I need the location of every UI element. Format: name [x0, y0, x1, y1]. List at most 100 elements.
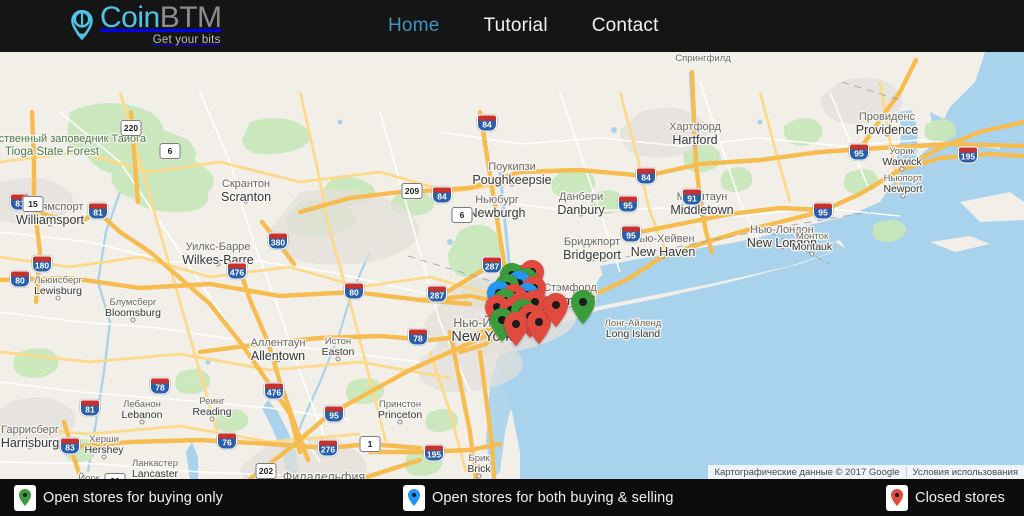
map-pin-icon: [891, 489, 903, 506]
map-attribution: Картографические данные © 2017 Google Ус…: [708, 465, 1024, 479]
map-city-dot: [139, 419, 145, 425]
highway-shield-number: 95: [329, 410, 339, 421]
highway-shield-195: 195: [958, 146, 978, 164]
site-header: CoinBTM Get your bits Home Tutorial Cont…: [0, 0, 1024, 52]
highway-shield-number: 476: [266, 387, 282, 398]
highway-shield-287: 287: [482, 256, 502, 274]
nav-item-home[interactable]: Home: [388, 15, 439, 37]
map-city-dot: [55, 295, 61, 301]
map-city-dot: [335, 356, 341, 362]
highway-shield-number: 220: [123, 123, 139, 133]
highway-shield-number: 95: [626, 230, 636, 241]
site-logo[interactable]: CoinBTM Get your bits: [62, 2, 222, 46]
highway-shield-number: 195: [960, 151, 976, 162]
map-canvas[interactable]: Государственный заповедник ТайогаTioga S…: [0, 52, 1024, 479]
highway-shield-number: 95: [623, 200, 633, 211]
map-city-dot: [589, 256, 595, 262]
nav-item-contact[interactable]: Contact: [592, 15, 659, 37]
highway-shield-6: 6: [451, 207, 473, 223]
highway-shield-number: 95: [854, 148, 864, 159]
highway-shield-95: 95: [813, 202, 833, 220]
map-pin-icon: [408, 489, 420, 506]
highway-shield-209: 209: [401, 183, 423, 199]
highway-shield-6: 6: [159, 143, 181, 159]
legend-pin-box: [14, 484, 36, 511]
logo-tagline: Get your bits: [152, 34, 221, 46]
highway-shield-202: 202: [255, 463, 277, 479]
map-city-dot: [779, 244, 785, 250]
highway-shield-476: 476: [264, 382, 284, 400]
highway-shield-95: 95: [849, 143, 869, 161]
highway-shield-95: 95: [621, 225, 641, 243]
highway-shield-476: 476: [227, 262, 247, 280]
map-city-dot: [509, 181, 515, 187]
highway-shield-number: 80: [349, 287, 359, 298]
map-city-dot: [275, 357, 281, 363]
highway-shield-number: 202: [258, 466, 274, 476]
highway-shield-number: 84: [482, 119, 492, 130]
highway-shield-91: 91: [682, 188, 702, 206]
map-legend-bar: Open stores for buying only Open stores …: [0, 479, 1024, 516]
map-city-dot: [900, 193, 906, 199]
map-attribution-copyright: Картографические данные © 2017 Google: [714, 466, 900, 478]
highway-shield-number: 76: [222, 437, 232, 448]
map-city-dot: [101, 454, 107, 460]
highway-shield-number: 6: [167, 146, 173, 156]
legend-label: Closed stores: [915, 489, 1005, 506]
highway-shield-84: 84: [636, 167, 656, 185]
highway-shield-number: 83: [65, 442, 75, 453]
legend-pin-box: [403, 484, 425, 511]
map-city-dot: [215, 261, 221, 267]
map-city-dot: [47, 221, 53, 227]
highway-shield-number: 476: [229, 267, 245, 278]
highway-shield-number: 380: [270, 237, 286, 248]
legend-pin-box: [886, 484, 908, 511]
highway-shield-1: 1: [359, 436, 381, 452]
highway-shield-78: 78: [408, 328, 428, 346]
highway-shield-number: 276: [320, 444, 336, 455]
highway-shield-287: 287: [427, 285, 447, 303]
highway-shield-380: 380: [268, 232, 288, 250]
highway-shield-80: 80: [344, 282, 364, 300]
highway-shield-number: 6: [459, 210, 465, 220]
nav-item-tutorial[interactable]: Tutorial: [483, 15, 547, 37]
highway-shield-number: 287: [429, 290, 445, 301]
highway-shield-83: 83: [60, 437, 80, 455]
highway-shield-number: 195: [426, 449, 442, 460]
map-marker-buy-only[interactable]: [571, 290, 595, 324]
highway-shield-number: 209: [404, 186, 420, 196]
highway-shield-95: 95: [324, 405, 344, 423]
map-city-dot: [130, 317, 136, 323]
highway-shield-195: 195: [424, 444, 444, 462]
map-city-dot: [809, 251, 815, 257]
highway-shield-number: 95: [818, 207, 828, 218]
map-city-dot: [27, 444, 33, 450]
map-city-dot: [660, 253, 666, 259]
map-city-dot: [494, 214, 500, 220]
map-city-dot: [578, 211, 584, 217]
legend-item-buying-only: Open stores for buying only: [14, 484, 224, 511]
map-marker-closed[interactable]: [504, 312, 528, 346]
map-marker-closed[interactable]: [544, 293, 568, 327]
highway-shield-number: 84: [641, 172, 651, 183]
map-city-dot: [397, 419, 403, 425]
coinbtm-page: CoinBTM Get your bits Home Tutorial Cont…: [0, 0, 1024, 516]
highway-shield-15: 15: [22, 196, 44, 212]
highway-shield-number: 78: [413, 333, 423, 344]
logo-text-primary: Coin: [100, 1, 160, 34]
legend-label: Open stores for buying only: [43, 489, 224, 506]
highway-shield-78: 78: [150, 377, 170, 395]
highway-shield-number: 1: [367, 439, 373, 449]
highway-shield-number: 15: [28, 199, 38, 209]
map-city-dot: [476, 473, 482, 479]
map-city-dot: [699, 211, 705, 217]
highway-shield-220: 220: [120, 120, 142, 136]
highway-shield-80: 80: [10, 270, 30, 288]
legend-item-closed-stores: Closed stores: [886, 484, 1005, 511]
highway-shield-number: 84: [437, 191, 447, 202]
highway-shield-76: 76: [217, 432, 237, 450]
coin-pin-logo-icon: [71, 9, 93, 41]
map-attribution-terms[interactable]: Условия использования: [905, 466, 1024, 478]
main-navigation: Home Tutorial Contact: [388, 0, 659, 52]
highway-shield-81: 81: [88, 202, 108, 220]
